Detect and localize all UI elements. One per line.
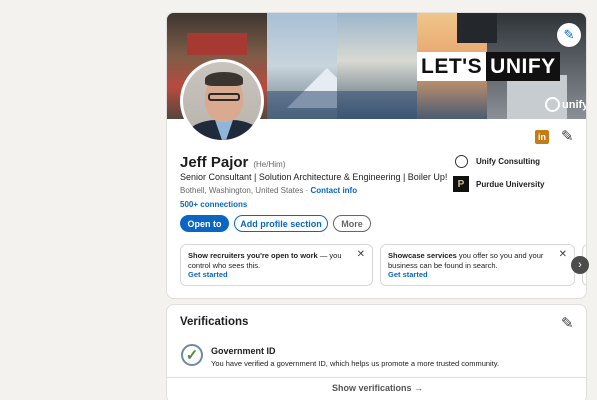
- open-to-work-promo: Show recruiters you're open to work — yo…: [180, 244, 373, 286]
- banner-water: [267, 91, 417, 119]
- open-to-button[interactable]: Open to: [180, 215, 229, 232]
- promo-title: Showcase services: [388, 251, 457, 260]
- banner-photo-segment: [457, 13, 497, 43]
- banner-brand-label: unify: [562, 98, 587, 111]
- banner-sign: [187, 33, 247, 55]
- banner-headline-part2: UNIFY: [486, 52, 560, 81]
- show-verifications-link[interactable]: Show verifications →: [167, 383, 586, 393]
- profile-card: LET'S UNIFY unify ✎ in ✎ Jeff Pajor (He/…: [166, 12, 587, 299]
- name-line: Jeff Pajor (He/Him): [180, 154, 285, 171]
- org-purdue-university[interactable]: P Purdue University: [453, 176, 544, 192]
- get-started-link[interactable]: Get started: [188, 270, 365, 280]
- chevron-right-icon[interactable]: ›: [571, 256, 589, 274]
- avatar-hair: [205, 72, 243, 86]
- edit-intro-button[interactable]: ✎: [561, 129, 574, 144]
- org-unify-consulting[interactable]: Unify Consulting: [453, 155, 540, 168]
- profile-pronouns: (He/Him): [253, 160, 286, 169]
- banner-headline-part1: LET'S: [421, 54, 483, 78]
- verification-item-description: You have verified a government ID, which…: [211, 359, 500, 368]
- verification-item-title: Government ID: [211, 346, 276, 356]
- connections-link[interactable]: 500+ connections: [180, 200, 247, 209]
- close-icon[interactable]: ✕: [559, 250, 567, 260]
- linkedin-icon[interactable]: in: [535, 130, 549, 144]
- close-icon[interactable]: ✕: [357, 250, 365, 260]
- org-name: Unify Consulting: [476, 157, 540, 166]
- unify-logo-icon: [454, 155, 468, 168]
- org-name: Purdue University: [476, 179, 545, 189]
- unify-logo-icon: [545, 97, 560, 112]
- edit-verifications-button[interactable]: ✎: [561, 316, 574, 331]
- banner-brand: unify: [545, 97, 587, 112]
- verified-check-icon: ✓: [181, 344, 203, 366]
- contact-info-link[interactable]: Contact info: [310, 186, 357, 195]
- verifications-title: Verifications: [180, 316, 249, 328]
- pencil-icon: ✎: [561, 128, 574, 145]
- showcase-services-promo: Showcase services you offer so you and y…: [380, 244, 575, 286]
- avatar[interactable]: [180, 59, 264, 143]
- location-line: Bothell, Washington, United States · Con…: [180, 186, 357, 195]
- purdue-logo-icon: P: [453, 176, 469, 192]
- divider: [167, 377, 586, 378]
- verifications-card: Verifications ✎ ✓ Government ID You have…: [166, 304, 587, 400]
- avatar-glasses: [208, 93, 240, 101]
- profile-location: Bothell, Washington, United States ·: [180, 186, 311, 195]
- more-button[interactable]: More: [333, 215, 371, 232]
- banner-headline: LET'S UNIFY: [417, 52, 560, 81]
- promo-title: Show recruiters you're open to work: [188, 251, 318, 260]
- profile-headline: Senior Consultant | Solution Architectur…: [180, 172, 448, 182]
- add-profile-section-button[interactable]: Add profile section: [234, 215, 328, 232]
- pencil-icon: ✎: [561, 315, 574, 332]
- edit-banner-button[interactable]: ✎: [557, 23, 581, 47]
- profile-name: Jeff Pajor: [180, 154, 249, 171]
- pencil-icon: ✎: [563, 27, 575, 42]
- get-started-link[interactable]: Get started: [388, 270, 567, 280]
